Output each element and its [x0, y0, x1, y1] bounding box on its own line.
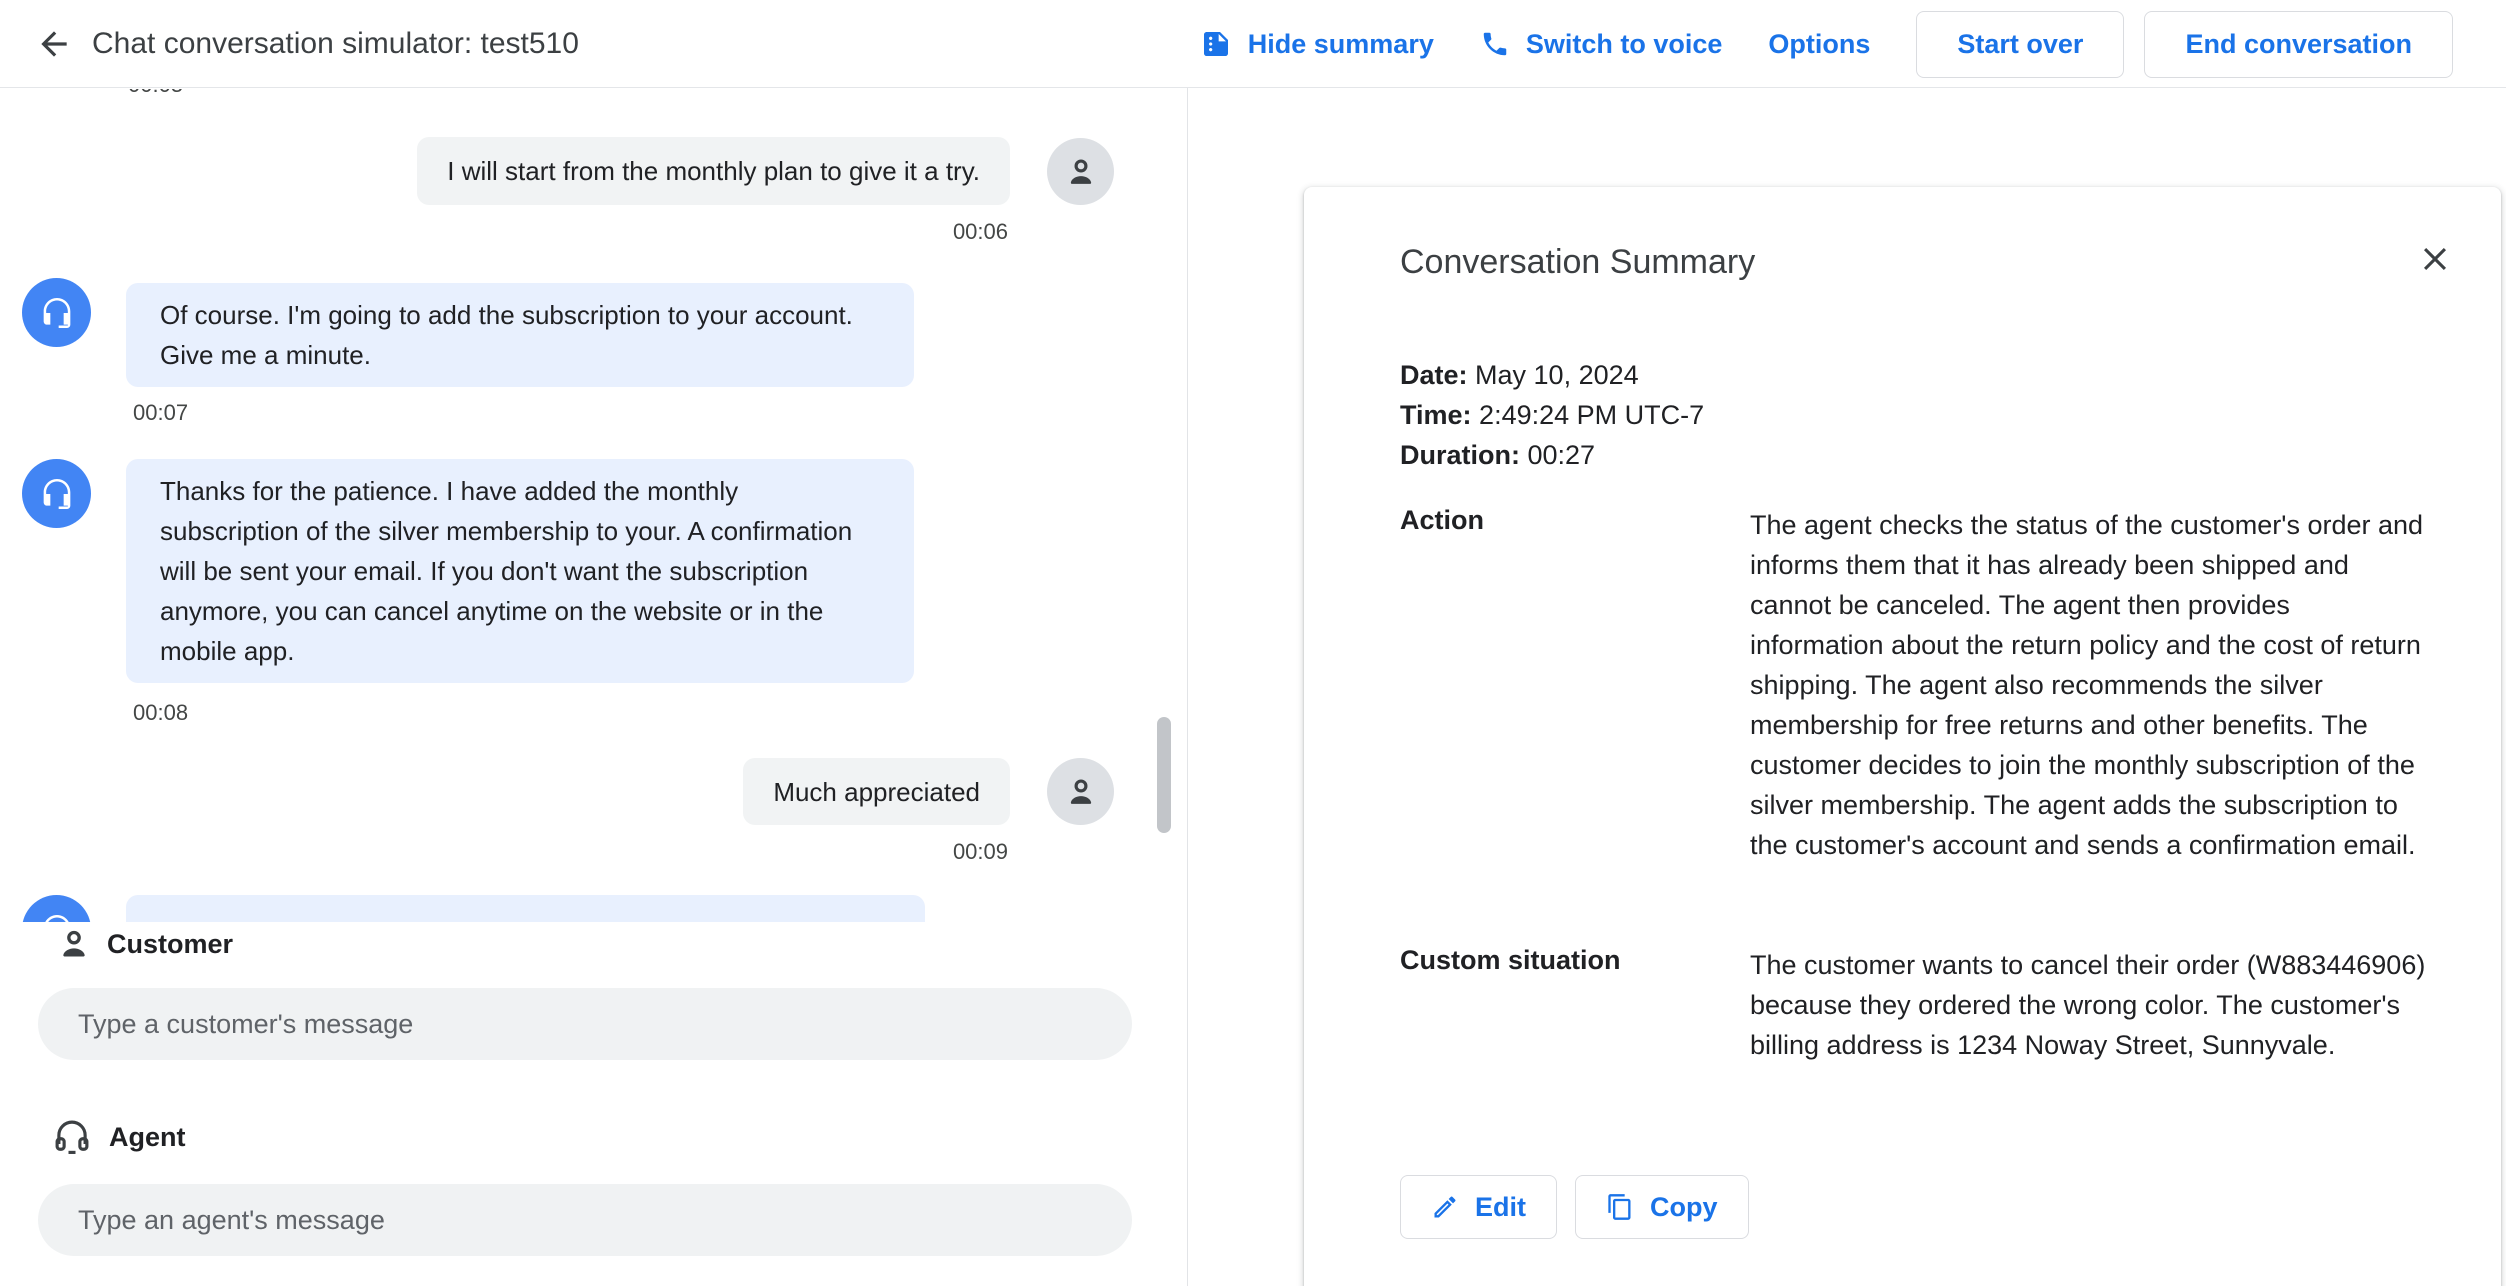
edit-label: Edit — [1475, 1192, 1526, 1223]
chat-panel: 00:05 I will start from the monthly plan… — [0, 89, 1187, 922]
person-icon — [1062, 153, 1100, 191]
duration-value: 00:27 — [1528, 440, 1596, 470]
back-arrow-icon — [35, 25, 73, 63]
agent-message-bubble-partial — [126, 895, 925, 922]
customer-avatar — [1047, 138, 1114, 205]
end-conversation-button[interactable]: End conversation — [2144, 11, 2453, 78]
message-timestamp: 00:06 — [953, 219, 1008, 245]
summary-doc-icon — [1200, 28, 1232, 60]
close-icon — [2418, 242, 2452, 276]
headset-icon — [37, 910, 77, 923]
switch-to-voice-label: Switch to voice — [1526, 29, 1723, 60]
customer-message-bubble: I will start from the monthly plan to gi… — [417, 137, 1010, 205]
duration-row: Duration: 00:27 — [1400, 435, 1704, 475]
header-actions: Hide summary Switch to voice Options Sta… — [1200, 0, 2453, 88]
message-timestamp: 00:05 — [128, 89, 183, 98]
duration-label: Duration: — [1400, 440, 1520, 470]
conversation-summary-card: Conversation Summary Date: May 10, 2024 … — [1304, 187, 2501, 1286]
agent-avatar — [22, 459, 91, 528]
page-title: Chat conversation simulator: test510 — [92, 27, 579, 61]
date-label: Date: — [1400, 360, 1468, 390]
options-label: Options — [1768, 29, 1870, 60]
summary-meta: Date: May 10, 2024 Time: 2:49:24 PM UTC-… — [1400, 355, 1704, 475]
headset-icon — [51, 1116, 93, 1158]
headset-icon — [37, 293, 77, 333]
agent-message-input[interactable] — [38, 1184, 1132, 1256]
start-over-button[interactable]: Start over — [1916, 11, 2124, 78]
chat-simulator-app: Chat conversation simulator: test510 Hid… — [0, 0, 2506, 1286]
custom-situation-label: Custom situation — [1400, 945, 1621, 976]
chat-scrollbar-thumb[interactable] — [1157, 717, 1171, 833]
time-value: 2:49:24 PM UTC-7 — [1479, 400, 1704, 430]
copy-button[interactable]: Copy — [1575, 1175, 1749, 1239]
options-button[interactable]: Options — [1768, 29, 1870, 60]
panel-divider — [1187, 88, 1188, 1286]
action-label: Action — [1400, 505, 1484, 536]
edit-button[interactable]: Edit — [1400, 1175, 1557, 1239]
date-row: Date: May 10, 2024 — [1400, 355, 1704, 395]
date-value: May 10, 2024 — [1475, 360, 1639, 390]
pencil-icon — [1431, 1193, 1459, 1221]
copy-icon — [1606, 1193, 1634, 1221]
headset-icon — [37, 474, 77, 514]
agent-label: Agent — [109, 1122, 186, 1153]
person-icon — [54, 924, 94, 964]
phone-icon — [1480, 29, 1510, 59]
close-button[interactable] — [2415, 239, 2455, 279]
switch-to-voice-button[interactable]: Switch to voice — [1480, 29, 1723, 60]
customer-message-input[interactable] — [38, 988, 1132, 1060]
agent-avatar — [22, 278, 91, 347]
time-row: Time: 2:49:24 PM UTC-7 — [1400, 395, 1704, 435]
input-area: Customer Agent — [0, 922, 1187, 1286]
message-timestamp: 00:09 — [953, 839, 1008, 865]
message-timestamp: 00:08 — [133, 700, 188, 726]
person-icon — [1062, 773, 1100, 811]
agent-message-bubble: Thanks for the patience. I have added th… — [126, 459, 914, 683]
custom-situation-text: The customer wants to cancel their order… — [1750, 945, 2426, 1065]
customer-label: Customer — [107, 929, 233, 960]
message-timestamp: 00:07 — [133, 400, 188, 426]
summary-actions: Edit Copy — [1400, 1175, 1749, 1239]
hide-summary-button[interactable]: Hide summary — [1200, 28, 1434, 60]
customer-avatar — [1047, 758, 1114, 825]
action-text: The agent checks the status of the custo… — [1750, 505, 2426, 865]
back-button[interactable] — [30, 20, 78, 68]
copy-label: Copy — [1650, 1192, 1718, 1223]
top-header: Chat conversation simulator: test510 Hid… — [0, 0, 2506, 88]
customer-message-bubble: Much appreciated — [743, 758, 1010, 825]
agent-avatar — [22, 895, 91, 922]
summary-title: Conversation Summary — [1400, 243, 1755, 282]
time-label: Time: — [1400, 400, 1472, 430]
hide-summary-label: Hide summary — [1248, 29, 1434, 60]
agent-message-bubble: Of course. I'm going to add the subscrip… — [126, 283, 914, 387]
